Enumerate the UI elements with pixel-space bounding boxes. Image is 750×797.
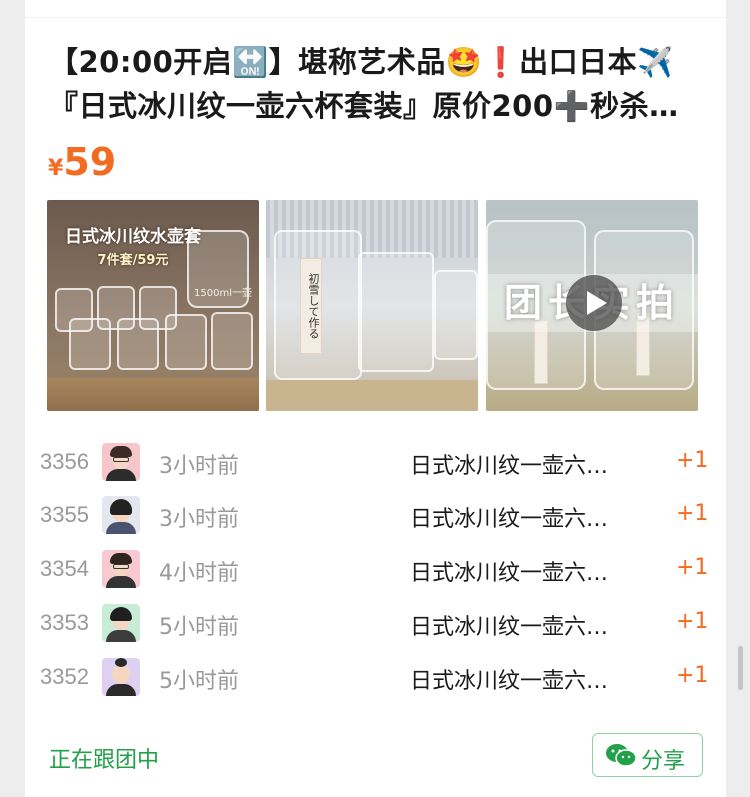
- avatar: [102, 550, 140, 588]
- order-quantity: +1: [676, 501, 709, 526]
- title-line-2: 『日式冰川纹一壶六杯套装』原价200➕秒杀…: [49, 89, 679, 123]
- order-number: 3355: [40, 502, 89, 527]
- order-quantity: +1: [676, 555, 709, 580]
- cup-image: [165, 314, 207, 370]
- order-row[interactable]: 3353 5小时前 日式冰川纹一壶六… +1: [25, 596, 726, 650]
- order-row[interactable]: 3356 3小时前 日式冰川纹一壶六… +1: [25, 435, 726, 489]
- cup-image: [211, 312, 253, 370]
- scrollbar[interactable]: [738, 646, 743, 690]
- cup-image: [434, 270, 478, 360]
- order-product: 日式冰川纹一壶六…: [410, 454, 609, 479]
- title-line-1: 【20:00开启🔛】堪称艺术品🤩❗出口日本✈️: [49, 45, 674, 79]
- avatar: [102, 443, 140, 481]
- share-label: 分享: [641, 749, 686, 774]
- share-button[interactable]: 分享: [592, 733, 703, 777]
- cup-image: [358, 252, 434, 372]
- cup-image: [117, 318, 159, 370]
- order-time: 3小时前: [159, 507, 239, 532]
- price-value: 59: [63, 140, 117, 184]
- order-quantity: +1: [676, 663, 709, 688]
- product-image-1[interactable]: 日式冰川纹水壶套 7件套/59元 1500ml一壶: [47, 200, 259, 411]
- order-product: 日式冰川纹一壶六…: [410, 615, 609, 640]
- order-number: 3353: [40, 610, 89, 635]
- order-quantity: +1: [676, 609, 709, 634]
- order-time: 3小时前: [159, 454, 239, 479]
- play-icon[interactable]: [566, 275, 622, 331]
- order-row[interactable]: 3355 3小时前 日式冰川纹一壶六… +1: [25, 488, 726, 542]
- image-note: 1500ml一壶: [194, 288, 252, 299]
- top-divider: [25, 0, 726, 18]
- order-row[interactable]: 3354 4小时前 日式冰川纹一壶六… +1: [25, 542, 726, 596]
- wechat-icon: [606, 744, 637, 767]
- order-quantity: +1: [676, 448, 709, 473]
- cup-image: [69, 318, 111, 370]
- order-time: 4小时前: [159, 561, 239, 586]
- order-product: 日式冰川纹一壶六…: [410, 507, 609, 532]
- cup-label: 初雪して作る: [300, 258, 322, 354]
- table-surface: [266, 380, 478, 411]
- avatar: [102, 604, 140, 642]
- order-number: 3356: [40, 449, 89, 474]
- product-image-3-video[interactable]: 团长实拍: [486, 200, 698, 411]
- product-image-2[interactable]: 初雪して作る: [266, 200, 478, 411]
- order-number: 3354: [40, 556, 89, 581]
- group-buy-card: 【20:00开启🔛】堪称艺术品🤩❗出口日本✈️ 『日式冰川纹一壶六杯套装』原价2…: [25, 0, 726, 797]
- avatar: [102, 496, 140, 534]
- order-product: 日式冰川纹一壶六…: [410, 561, 609, 586]
- avatar: [102, 658, 140, 696]
- listing-title[interactable]: 【20:00开启🔛】堪称艺术品🤩❗出口日本✈️ 『日式冰川纹一壶六杯套装』原价2…: [49, 40, 709, 128]
- price-currency: ¥: [48, 156, 64, 181]
- price: ¥59: [48, 140, 116, 184]
- order-time: 5小时前: [159, 669, 239, 694]
- order-number: 3352: [40, 664, 89, 689]
- order-time: 5小时前: [159, 615, 239, 640]
- order-product: 日式冰川纹一壶六…: [410, 669, 609, 694]
- product-gallery: 日式冰川纹水壶套 7件套/59元 1500ml一壶 初雪して作る: [47, 200, 698, 411]
- wood-tray: [47, 378, 259, 411]
- group-status: 正在跟团中: [49, 748, 160, 773]
- order-row[interactable]: 3352 5小时前 日式冰川纹一壶六… +1: [25, 650, 726, 704]
